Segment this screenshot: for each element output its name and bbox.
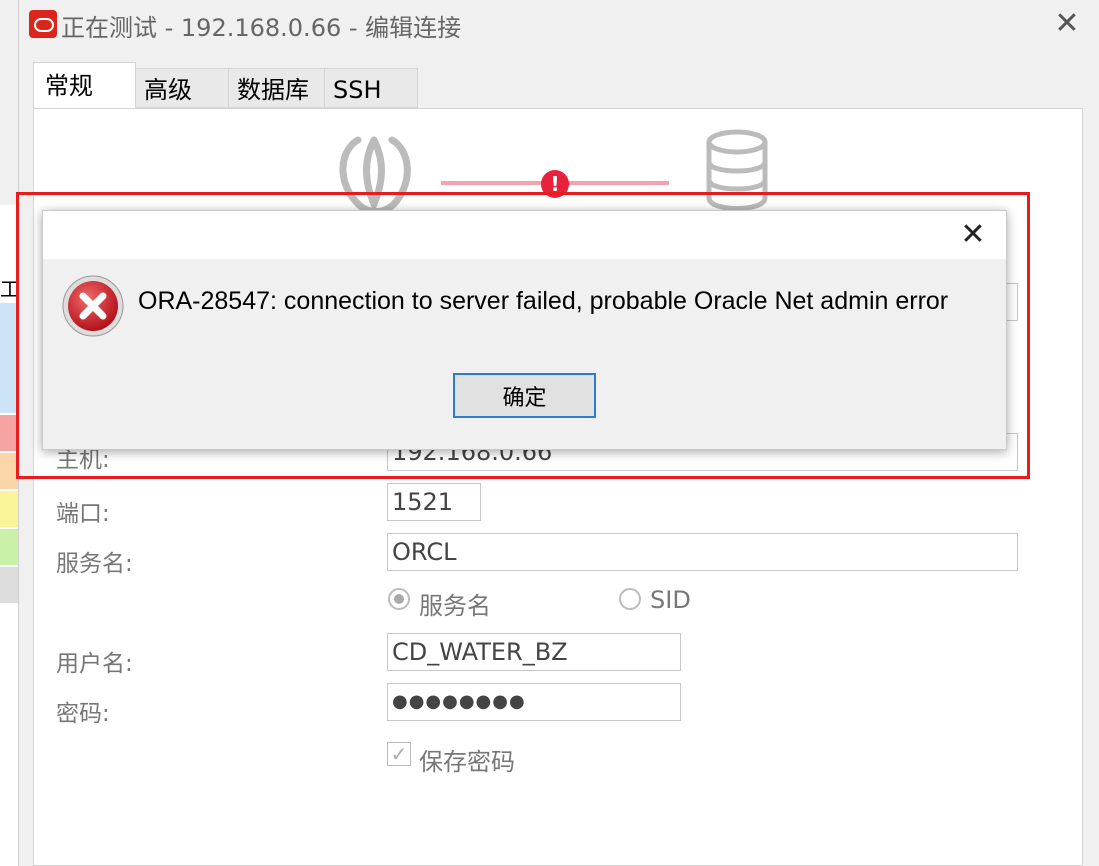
username-label: 用户名: bbox=[56, 651, 133, 677]
port-input[interactable]: 1521 bbox=[387, 483, 481, 521]
error-dialog: ✕ ORA-28547: connection to server failed… bbox=[42, 210, 1007, 450]
error-icon bbox=[62, 275, 124, 337]
tab-ssh[interactable]: SSH bbox=[324, 68, 418, 108]
password-input[interactable]: ●●●●●●●● bbox=[387, 683, 681, 721]
save-password-checkbox[interactable]: ✓ bbox=[387, 742, 411, 766]
oracle-app-icon bbox=[29, 10, 57, 38]
background-band-yellow bbox=[0, 491, 18, 527]
background-band-gray bbox=[0, 567, 18, 603]
error-message: ORA-28547: connection to server failed, … bbox=[138, 287, 949, 315]
dialog-close-icon[interactable]: ✕ bbox=[955, 217, 991, 253]
username-input[interactable]: CD_WATER_BZ bbox=[387, 633, 681, 671]
port-label: 端口: bbox=[56, 501, 110, 527]
radio-sid[interactable] bbox=[619, 588, 641, 610]
dialog-title-bar: ✕ bbox=[43, 211, 1006, 259]
tab-general[interactable]: 常规 bbox=[33, 62, 136, 110]
tab-database[interactable]: 数据库 bbox=[228, 68, 325, 108]
radio-sid-label: SID bbox=[650, 586, 691, 614]
service-name-label: 服务名: bbox=[56, 551, 133, 577]
service-name-input[interactable]: ORCL bbox=[387, 533, 1018, 571]
ok-button[interactable]: 确定 bbox=[453, 373, 596, 418]
background-band-green bbox=[0, 529, 18, 565]
password-label: 密码: bbox=[56, 701, 110, 727]
window-close-icon[interactable]: ✕ bbox=[1049, 6, 1085, 42]
title-bar: 正在测试 - 192.168.0.66 - 编辑连接 ✕ bbox=[19, 0, 1099, 50]
save-password-label: 保存密码 bbox=[419, 748, 515, 776]
tab-advanced[interactable]: 高级 bbox=[135, 68, 229, 108]
window-title: 正在测试 - 192.168.0.66 - 编辑连接 bbox=[61, 14, 462, 42]
radio-service-name[interactable] bbox=[388, 588, 410, 610]
radio-service-name-label: 服务名 bbox=[419, 592, 491, 620]
